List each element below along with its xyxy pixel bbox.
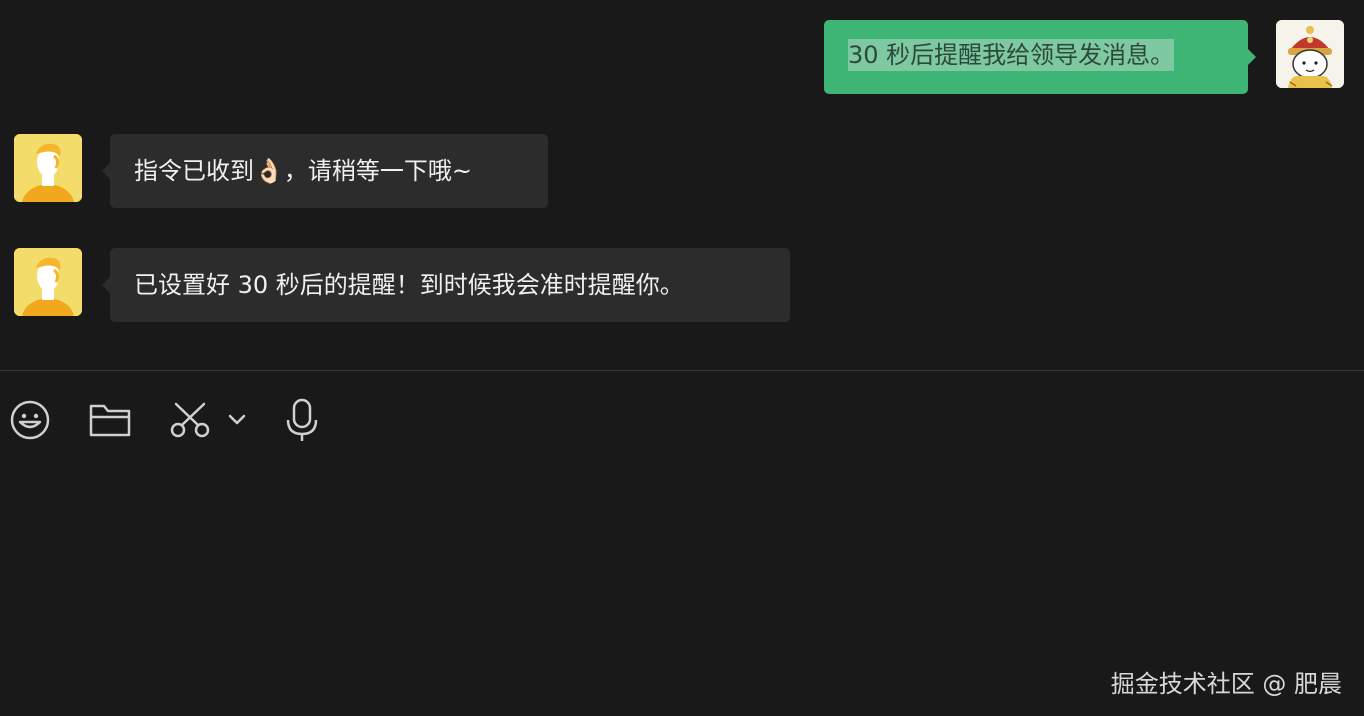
folder-icon: [89, 404, 131, 437]
message-text[interactable]: 30 秒后提醒我给领导发消息。: [848, 39, 1175, 71]
scissors-icon: [170, 402, 210, 438]
yellow-person-avatar[interactable]: [14, 134, 82, 202]
chevron-down-icon: [228, 414, 246, 425]
incoming-bubble[interactable]: 已设置好 30 秒后的提醒！到时候我会准时提醒你。: [102, 248, 790, 322]
emperor-cartoon-avatar[interactable]: [1276, 20, 1344, 88]
microphone-icon: [286, 398, 318, 441]
message-text[interactable]: 指令已收到👌🏻，请稍等一下哦~: [134, 157, 472, 185]
emoji-button[interactable]: [8, 398, 52, 442]
message-text[interactable]: 已设置好 30 秒后的提醒！到时候我会准时提醒你。: [134, 271, 684, 299]
voice-input-button[interactable]: [280, 398, 324, 442]
file-button[interactable]: [88, 398, 132, 442]
screenshot-button[interactable]: [168, 398, 212, 442]
emoji-icon: [10, 400, 50, 440]
input-divider: [0, 370, 1364, 371]
incoming-bubble[interactable]: 指令已收到👌🏻，请稍等一下哦~: [102, 134, 548, 208]
watermark: 掘金技术社区 @ 肥晨: [1110, 670, 1342, 698]
yellow-person-avatar[interactable]: [14, 248, 82, 316]
outgoing-bubble[interactable]: 30 秒后提醒我给领导发消息。: [824, 20, 1256, 94]
chat-window: 30 秒后提醒我给领导发消息。 指令已收到👌🏻，请稍等一下哦~ 已设置好 30 …: [0, 0, 1364, 716]
screenshot-options-button[interactable]: [226, 398, 248, 442]
